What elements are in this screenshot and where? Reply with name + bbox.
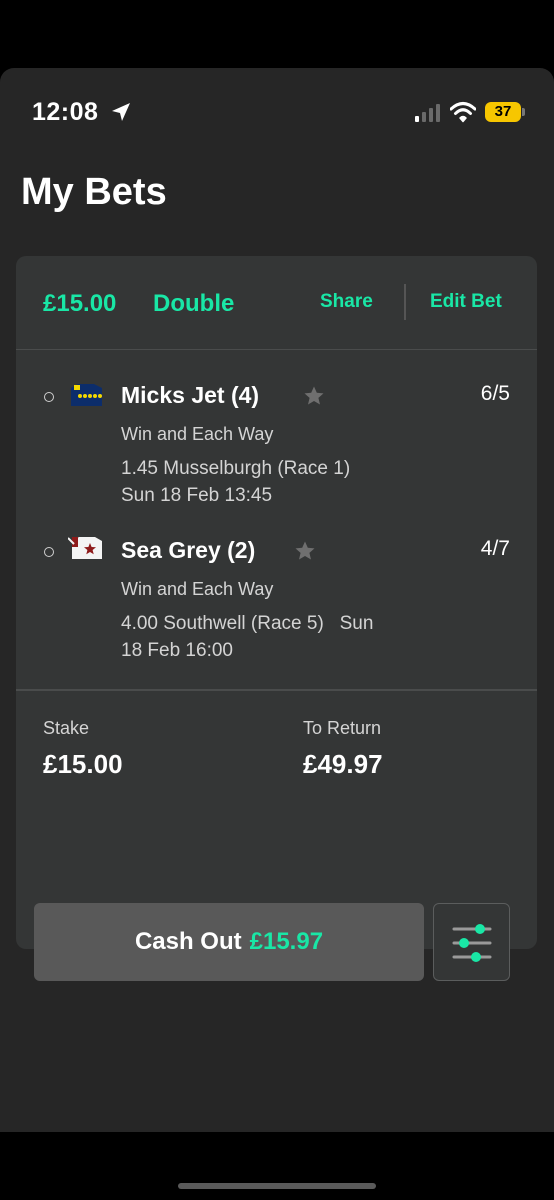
selection-status-icon [44,547,54,557]
edit-bet-button[interactable]: Edit Bet [430,291,502,313]
race-time: 18 Feb 16:00 [121,640,233,661]
runner-name[interactable]: Sea Grey (2) [121,537,255,564]
race-info: 1.45 Musselburgh (Race 1) Sun 18 Feb 13:… [121,455,426,509]
selection-status-icon [44,392,54,402]
header-divider [404,284,406,320]
share-button[interactable]: Share [320,291,373,313]
favourite-star-icon[interactable] [294,540,316,562]
race-info: 4.00 Southwell (Race 5) Sun 18 Feb 16:00 [121,610,426,664]
market-name: Win and Each Way [121,424,274,444]
battery-icon: 37 [485,102,525,122]
bet-amount: £15.00 [43,290,117,317]
bet-card-header: £15.00 Double Share Edit Bet [16,256,537,350]
selection-item: Sea Grey (2) 4/7 Win and Each Way 4.00 S… [16,529,537,679]
cash-out-value: £15.97 [249,928,324,955]
status-time: 12:08 [32,98,99,126]
favourite-star-icon[interactable] [303,385,325,407]
phone-screen: 12:08 37 My Bets £15.00 Double Share Edi… [0,68,554,1132]
bet-type: Double [153,290,235,317]
runner-name[interactable]: Micks Jet (4) [121,382,259,409]
jockey-silk-icon [71,384,102,406]
wifi-icon [450,102,476,123]
selection-odds: 6/5 [480,382,510,405]
return-value: £49.97 [303,749,383,779]
stake-label: Stake [43,718,90,738]
cash-out-button[interactable]: Cash Out £15.97 [34,903,424,981]
market-name: Win and Each Way [121,579,274,599]
selection-odds: 4/7 [480,537,510,560]
stake-value: £15.00 [43,749,123,779]
selection-item: Micks Jet (4) 6/5 Win and Each Way 1.45 … [16,374,537,524]
return-label: To Return [303,718,382,738]
race-name: 1.45 Musselburgh (Race 1) [121,458,351,479]
bet-card: £15.00 Double Share Edit Bet Micks Jet (… [16,256,537,981]
race-time: Sun 18 Feb 13:45 [121,485,273,506]
sliders-icon [452,924,492,962]
summary-divider [16,689,537,691]
cash-out-label: Cash Out [134,928,242,955]
bottom-bar [0,1132,554,1200]
location-arrow-icon [112,103,130,121]
cash-out-settings-button[interactable] [433,903,510,981]
jockey-silk-icon [68,537,102,559]
page-title: My Bets [21,171,167,213]
home-indicator[interactable] [178,1183,376,1189]
race-name: 4.00 Southwell (Race 5) Sun [121,613,374,634]
signal-bars-icon [415,104,440,122]
status-bar: 12:08 37 [0,68,554,158]
